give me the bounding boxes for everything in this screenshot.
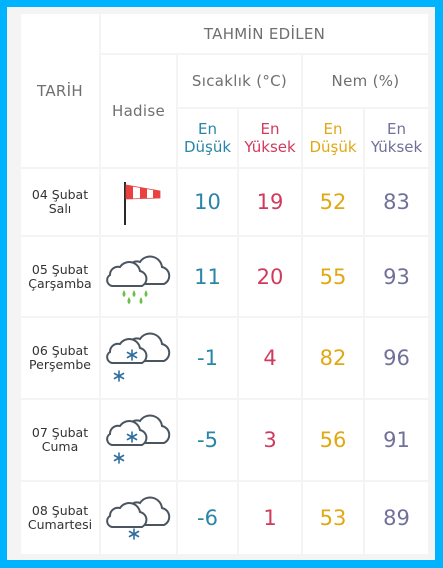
- temp-high-header-line1: En: [260, 120, 280, 138]
- forecast-title-label: TAHMİN EDİLEN: [203, 24, 326, 43]
- temp-high-text: 1: [263, 506, 277, 530]
- humidity-high-value: 93: [365, 237, 428, 316]
- row-date: 08 Şubat: [31, 503, 89, 518]
- temp-low-text: -5: [197, 428, 218, 452]
- forecast-table: TARİH TAHMİN EDİLEN Hadise Sıcaklık (°C)…: [7, 7, 435, 560]
- humidity-low-value: 55: [303, 237, 363, 316]
- temp-high-text: 20: [256, 264, 284, 289]
- humidity-high-value: 91: [365, 400, 428, 480]
- snow-cloud-icon: [101, 400, 176, 480]
- temp-high-text: 3: [263, 428, 277, 452]
- date-column-label: TARİH: [37, 81, 83, 100]
- humidity-low-value: 52: [303, 169, 363, 235]
- temp-low-text: -6: [197, 506, 218, 530]
- table-row-date: 08 Şubat Cumartesi: [21, 482, 99, 554]
- humidity-low-text: 82: [319, 346, 347, 370]
- humidity-low-header-line2: Düşük: [309, 138, 357, 156]
- temperature-group-header: Sıcaklık (°C): [178, 55, 301, 107]
- row-day: Cuma: [41, 439, 79, 454]
- row-date: 04 Şubat: [31, 187, 89, 202]
- temp-high-text: 4: [263, 346, 277, 370]
- humidity-high-text: 83: [383, 190, 410, 214]
- table-row-date: 06 Şubat Perşembe: [21, 318, 99, 398]
- temp-low-value: 11: [178, 237, 237, 316]
- humidity-low-text: 52: [319, 190, 347, 214]
- humidity-low-header-line1: En: [323, 120, 343, 138]
- table-row-date: 05 Şubat Çarşamba: [21, 237, 99, 316]
- humidity-low-text: 55: [319, 264, 347, 289]
- snow-cloud-icon: [101, 318, 176, 398]
- row-day: Perşembe: [29, 357, 91, 372]
- row-day: Salı: [48, 201, 72, 216]
- light-snow-cloud-icon: [101, 482, 176, 554]
- row-date: 06 Şubat: [31, 343, 89, 358]
- temp-high-header-line2: Yüksek: [244, 138, 296, 156]
- temp-low-text: -1: [197, 346, 218, 370]
- temp-high-value: 1: [239, 482, 301, 554]
- table-row-date: 04 Şubat Salı: [21, 169, 99, 235]
- rain-cloud-icon: [101, 237, 176, 316]
- humidity-high-value: 96: [365, 318, 428, 398]
- temperature-group-label: Sıcaklık (°C): [191, 72, 288, 90]
- temp-low-value: 10: [178, 169, 237, 235]
- row-date: 05 Şubat: [31, 261, 89, 277]
- windsock-icon: [101, 169, 176, 235]
- humidity-low-text: 53: [319, 506, 347, 530]
- temp-low-value: -1: [178, 318, 237, 398]
- humidity-high-header: En Yüksek: [365, 109, 428, 167]
- temp-low-value: -6: [178, 482, 237, 554]
- event-column-label: Hadise: [111, 102, 165, 120]
- temp-high-value: 20: [239, 237, 301, 316]
- event-column-header: Hadise: [101, 55, 176, 167]
- temp-high-text: 19: [256, 190, 284, 214]
- humidity-high-text: 89: [383, 506, 410, 530]
- humidity-high-value: 89: [365, 482, 428, 554]
- humidity-low-value: 82: [303, 318, 363, 398]
- humidity-group-header: Nem (%): [303, 55, 428, 107]
- temp-low-header: En Düşük: [178, 109, 237, 167]
- humidity-low-value: 53: [303, 482, 363, 554]
- humidity-low-header: En Düşük: [303, 109, 363, 167]
- temp-low-header-line1: En: [198, 120, 217, 138]
- temp-high-value: 3: [239, 400, 301, 480]
- humidity-group-label: Nem (%): [331, 72, 400, 90]
- humidity-low-value: 56: [303, 400, 363, 480]
- temp-low-value: -5: [178, 400, 237, 480]
- row-day: Çarşamba: [28, 275, 92, 291]
- humidity-high-text: 93: [383, 264, 410, 289]
- row-day: Cumartesi: [27, 517, 93, 532]
- humidity-low-text: 56: [319, 428, 347, 452]
- temp-high-value: 19: [239, 169, 301, 235]
- humidity-high-value: 83: [365, 169, 428, 235]
- temp-low-text: 10: [194, 190, 221, 214]
- row-date: 07 Şubat: [31, 425, 89, 440]
- date-column-header: TARİH: [21, 14, 99, 167]
- forecast-title: TAHMİN EDİLEN: [101, 14, 428, 53]
- humidity-high-header-line1: En: [387, 120, 406, 138]
- temp-low-text: 11: [194, 264, 221, 289]
- humidity-high-text: 91: [383, 428, 410, 452]
- temp-high-value: 4: [239, 318, 301, 398]
- temp-high-header: En Yüksek: [239, 109, 301, 167]
- humidity-high-header-line2: Yüksek: [370, 138, 423, 156]
- temp-low-header-line2: Düşük: [183, 138, 232, 156]
- humidity-high-text: 96: [383, 346, 410, 370]
- table-row-date: 07 Şubat Cuma: [21, 400, 99, 480]
